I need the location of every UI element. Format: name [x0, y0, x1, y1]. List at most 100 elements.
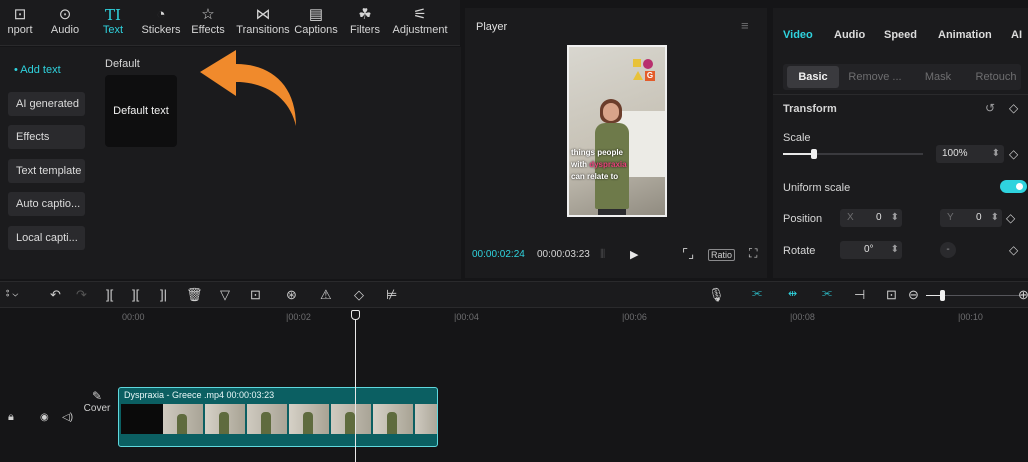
tab-effects[interactable]: ☆ Effects	[190, 6, 226, 36]
sidebar-item-auto-captions[interactable]: Auto captio...	[8, 192, 85, 216]
tab-stickers[interactable]: ◔ Stickers	[140, 6, 182, 36]
timeline-ruler[interactable]: 00:00 |00:02 |00:04 |00:06 |00:08 |00:10	[0, 309, 1028, 325]
sidebar-item-text-template[interactable]: Text template	[8, 159, 85, 183]
freeze-icon[interactable]: ⊡	[250, 287, 261, 303]
timeline-grid-icon[interactable]: ⦀	[600, 247, 605, 262]
subtab-mask[interactable]: Mask	[913, 66, 963, 88]
scale-keyframe-icon[interactable]: ◇	[1009, 147, 1018, 161]
stepper-icon[interactable]: ⬍	[992, 145, 1000, 163]
section-title: Default	[105, 58, 140, 70]
crop-icon[interactable]: ⊭	[386, 287, 397, 303]
edit-icon: ✎	[91, 389, 103, 403]
preview-axis-icon[interactable]: ⊣	[854, 287, 865, 303]
track-lock-icon[interactable]: 🔒︎	[8, 411, 14, 424]
scale-label: Scale	[783, 132, 811, 144]
position-y-field[interactable]: Y 0 ⬍	[940, 209, 1002, 227]
inspector-panel: Video Audio Speed Animation AI Basic Rem…	[773, 8, 1028, 278]
tab-text[interactable]: TI Text	[100, 6, 126, 36]
zoom-in-icon[interactable]: ⊕	[1018, 287, 1028, 303]
scale-slider-handle[interactable]	[810, 149, 817, 159]
ruler-tick: 00:00	[122, 312, 145, 322]
tab-video[interactable]: Video	[783, 29, 813, 41]
uniform-scale-toggle[interactable]	[1000, 180, 1027, 193]
tab-audio-inspector[interactable]: Audio	[834, 29, 865, 41]
ruler-tick: |00:08	[790, 312, 815, 322]
subtab-retouch[interactable]: Retouch	[969, 66, 1023, 88]
playhead[interactable]	[351, 310, 360, 462]
rotate-dial[interactable]: -	[940, 242, 956, 258]
reverse-icon[interactable]: ⊛	[286, 287, 297, 303]
tab-adjustment[interactable]: ⚟ Adjustment	[390, 6, 450, 36]
zoom-slider-handle[interactable]	[940, 290, 945, 301]
rotate-field[interactable]: 0° ⬍	[840, 241, 902, 259]
redo-icon[interactable]: ↷	[76, 287, 87, 303]
pointer-icon[interactable]: ⦂ ⌄	[6, 287, 18, 300]
current-time: 00:00:02:24	[472, 249, 525, 260]
position-keyframe-icon[interactable]: ◇	[1006, 211, 1015, 225]
track-visibility-icon[interactable]: ◉	[40, 412, 49, 423]
expand-icon[interactable]: ⛶	[749, 246, 757, 261]
total-time: 00:00:03:23	[537, 249, 590, 260]
reset-icon[interactable]: ↺	[985, 101, 995, 115]
effects-icon: ☆	[201, 6, 215, 23]
tab-filters[interactable]: ☘ Filters	[348, 6, 382, 36]
subtab-remove[interactable]: Remove ...	[845, 66, 905, 88]
ruler-tick: |00:10	[958, 312, 983, 322]
fullscreen-preview-icon[interactable]: ⌜⌟	[682, 246, 694, 262]
uniform-scale-label: Uniform scale	[783, 182, 851, 194]
stepper-icon[interactable]: ⬍	[891, 241, 899, 259]
player-title: Player	[476, 21, 508, 33]
sidebar-item-local-captions[interactable]: Local capti...	[8, 226, 85, 250]
text-icon: TI	[105, 6, 121, 24]
text-sidebar: • Add text AI generated Effects Text tem…	[0, 47, 95, 279]
tab-ai[interactable]: AI	[1011, 29, 1022, 41]
clip-label: Dyspraxia - Greece .mp4 00:00:03:23	[124, 390, 275, 400]
stepper-icon[interactable]: ⬍	[891, 209, 899, 227]
split-icon[interactable]: ][	[106, 287, 113, 302]
captions-icon: ▤	[308, 6, 324, 23]
sidebar-item-add-text[interactable]: • Add text	[8, 58, 85, 82]
delete-icon[interactable]: 🗑︎	[186, 287, 203, 303]
zoom-out-icon[interactable]: ⊖	[908, 287, 919, 303]
menu-icon[interactable]: ≡	[741, 18, 749, 33]
timeline-toolbar: ⦂ ⌄ ↶ ↷ ][ ][ ]| 🗑︎ ▽ ⊡ ⊛ ⚠ ◇ ⊭ 🎙︎ ⫘ ⇹ ⫘…	[0, 281, 1028, 308]
position-x-field[interactable]: X 0 ⬍	[840, 209, 902, 227]
ratio-button[interactable]: Ratio	[708, 249, 736, 261]
video-preview[interactable]: G things people with dyspraxia can relat…	[567, 45, 667, 217]
tab-audio[interactable]: ⊙ Audio	[48, 6, 82, 36]
main-track-magnet-icon[interactable]: ⫘	[752, 287, 762, 300]
tab-speed[interactable]: Speed	[884, 29, 917, 41]
filters-icon: ☘	[358, 6, 372, 23]
keyframe-icon[interactable]: ◇	[1009, 101, 1018, 115]
sidebar-item-ai-generated[interactable]: AI generated	[8, 92, 85, 116]
rotate-icon[interactable]: ◇	[354, 287, 364, 303]
sidebar-item-effects[interactable]: Effects	[8, 125, 85, 149]
default-text-card[interactable]: Default text	[105, 75, 177, 147]
caption-toggle-icon[interactable]: ⊡	[886, 287, 897, 303]
microphone-icon[interactable]: 🎙︎	[708, 287, 725, 303]
undo-icon[interactable]: ↶	[50, 287, 61, 303]
tab-animation[interactable]: Animation	[938, 29, 992, 41]
subtab-basic[interactable]: Basic	[787, 66, 839, 88]
stepper-icon[interactable]: ⬍	[991, 209, 999, 227]
tab-captions[interactable]: ▤ Captions	[294, 6, 338, 36]
playhead-handle[interactable]	[351, 310, 360, 320]
cover-button[interactable]: ✎ Cover	[80, 389, 114, 445]
video-clip[interactable]: Dyspraxia - Greece .mp4 00:00:03:23	[118, 387, 438, 447]
adjustment-icon: ⚟	[413, 6, 427, 23]
tab-transitions[interactable]: ⋈ Transitions	[234, 6, 292, 36]
linkage-icon[interactable]: ⫘	[822, 287, 832, 300]
ruler-tick: |00:04	[454, 312, 479, 322]
rotate-keyframe-icon[interactable]: ◇	[1009, 243, 1018, 257]
shield-icon[interactable]: ▽	[220, 287, 230, 303]
auto-snap-icon[interactable]: ⇹	[788, 287, 797, 300]
orange-arrow-icon	[200, 50, 296, 126]
scale-field[interactable]: 100% ⬍	[936, 145, 1004, 163]
mirror-icon[interactable]: ⚠	[320, 287, 332, 303]
split-right-icon[interactable]: ]|	[160, 287, 167, 302]
split-left-icon[interactable]: ][	[132, 287, 139, 302]
track-audio-icon[interactable]: ◁)	[62, 412, 73, 423]
play-icon[interactable]: ▶	[630, 248, 638, 261]
tab-import[interactable]: ⊡ nport	[2, 6, 38, 36]
clip-thumbnails	[119, 404, 437, 434]
